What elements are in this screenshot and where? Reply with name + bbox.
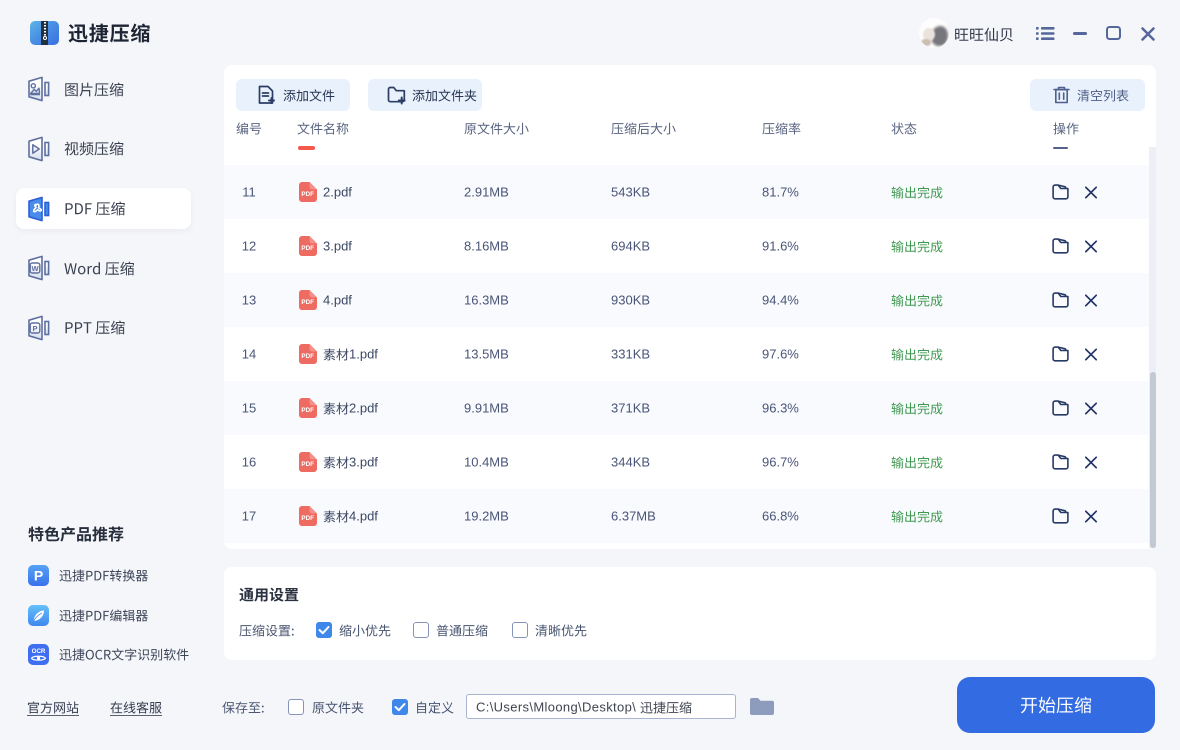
svg-text:PDF: PDF: [301, 245, 314, 252]
svg-text:PDF: PDF: [301, 353, 314, 360]
svg-text:PDF: PDF: [301, 191, 314, 198]
svg-text:P: P: [32, 324, 37, 333]
svg-text:W: W: [31, 264, 39, 273]
svg-text:PDF: PDF: [301, 407, 314, 414]
svg-text:PDF: PDF: [301, 515, 314, 522]
svg-text:OCR: OCR: [32, 648, 46, 655]
svg-text:PDF: PDF: [301, 461, 314, 468]
svg-text:P: P: [34, 568, 43, 584]
svg-text:PDF: PDF: [301, 299, 314, 306]
